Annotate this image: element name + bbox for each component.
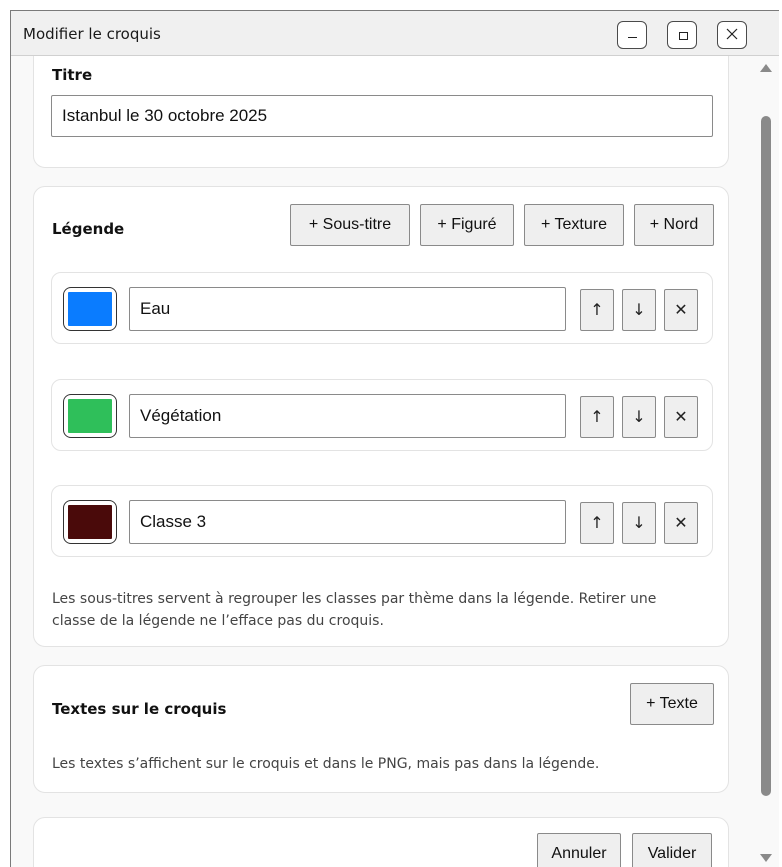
color-swatch-fill bbox=[68, 292, 112, 326]
texts-card: Textes sur le croquis + Texte Les textes… bbox=[33, 665, 729, 793]
maximize-icon bbox=[679, 32, 688, 40]
legend-item-input[interactable]: Eau bbox=[129, 287, 566, 331]
maximize-button[interactable] bbox=[667, 21, 697, 49]
move-up-button[interactable]: ↑ bbox=[580, 502, 614, 544]
arrow-down-icon: ↓ bbox=[632, 407, 646, 426]
color-swatch-fill bbox=[68, 505, 112, 539]
cancel-button[interactable]: Annuler bbox=[537, 833, 621, 867]
legend-item: Eau ↑ ↓ ✕ bbox=[51, 272, 713, 344]
remove-icon: ✕ bbox=[674, 407, 688, 426]
arrow-up-icon: ↑ bbox=[590, 513, 604, 532]
move-down-button[interactable]: ↓ bbox=[622, 289, 656, 331]
title-card: Titre Istanbul le 30 octobre 2025 bbox=[33, 56, 729, 168]
window-title: Modifier le croquis bbox=[23, 25, 161, 43]
legend-help-text: Les sous-titres servent à regrouper les … bbox=[52, 588, 722, 632]
move-up-button[interactable]: ↑ bbox=[580, 289, 614, 331]
edit-sketch-dialog: Modifier le croquis Titre Istanbul le 30… bbox=[10, 10, 779, 867]
color-swatch-button[interactable] bbox=[63, 394, 117, 438]
remove-icon: ✕ bbox=[674, 300, 688, 319]
close-icon bbox=[726, 28, 738, 40]
legend-card: Légende + Sous-titre + Figuré + Texture … bbox=[33, 186, 729, 647]
scroll-up-arrow-icon[interactable] bbox=[760, 64, 772, 72]
move-up-button[interactable]: ↑ bbox=[580, 396, 614, 438]
title-bar: Modifier le croquis bbox=[11, 11, 779, 56]
title-input[interactable]: Istanbul le 30 octobre 2025 bbox=[51, 95, 713, 137]
color-swatch-fill bbox=[68, 399, 112, 433]
vertical-scrollbar[interactable] bbox=[755, 56, 779, 867]
arrow-down-icon: ↓ bbox=[632, 513, 646, 532]
close-window-button[interactable] bbox=[717, 21, 747, 49]
remove-icon: ✕ bbox=[674, 513, 688, 532]
add-texture-button[interactable]: + Texture bbox=[524, 204, 624, 246]
remove-item-button[interactable]: ✕ bbox=[664, 289, 698, 331]
legend-item: Végétation ↑ ↓ ✕ bbox=[51, 379, 713, 451]
footer-card: Annuler Valider bbox=[33, 817, 729, 867]
remove-item-button[interactable]: ✕ bbox=[664, 396, 698, 438]
legend-label: Légende bbox=[52, 220, 125, 238]
color-swatch-button[interactable] bbox=[63, 500, 117, 544]
dialog-content: Titre Istanbul le 30 octobre 2025 Légend… bbox=[11, 56, 755, 867]
add-subtitle-button[interactable]: + Sous-titre bbox=[290, 204, 410, 246]
add-figure-button[interactable]: + Figuré bbox=[420, 204, 514, 246]
legend-help-line: classe de la légende ne l’efface pas du … bbox=[52, 613, 384, 629]
minimize-icon bbox=[628, 37, 637, 38]
texts-label: Textes sur le croquis bbox=[52, 700, 227, 718]
texts-help-text: Les textes s’affichent sur le croquis et… bbox=[52, 756, 600, 772]
legend-item-input[interactable]: Classe 3 bbox=[129, 500, 566, 544]
add-north-button[interactable]: + Nord bbox=[634, 204, 714, 246]
arrow-up-icon: ↑ bbox=[590, 407, 604, 426]
remove-item-button[interactable]: ✕ bbox=[664, 502, 698, 544]
legend-item: Classe 3 ↑ ↓ ✕ bbox=[51, 485, 713, 557]
scroll-down-arrow-icon[interactable] bbox=[760, 854, 772, 862]
legend-help-line: Les sous-titres servent à regrouper les … bbox=[52, 591, 657, 607]
scroll-thumb[interactable] bbox=[761, 116, 771, 796]
minimize-button[interactable] bbox=[617, 21, 647, 49]
arrow-down-icon: ↓ bbox=[632, 300, 646, 319]
move-down-button[interactable]: ↓ bbox=[622, 396, 656, 438]
title-label: Titre bbox=[52, 66, 93, 84]
arrow-up-icon: ↑ bbox=[590, 300, 604, 319]
move-down-button[interactable]: ↓ bbox=[622, 502, 656, 544]
add-text-button[interactable]: + Texte bbox=[630, 683, 714, 725]
legend-item-input[interactable]: Végétation bbox=[129, 394, 566, 438]
validate-button[interactable]: Valider bbox=[632, 833, 712, 867]
color-swatch-button[interactable] bbox=[63, 287, 117, 331]
